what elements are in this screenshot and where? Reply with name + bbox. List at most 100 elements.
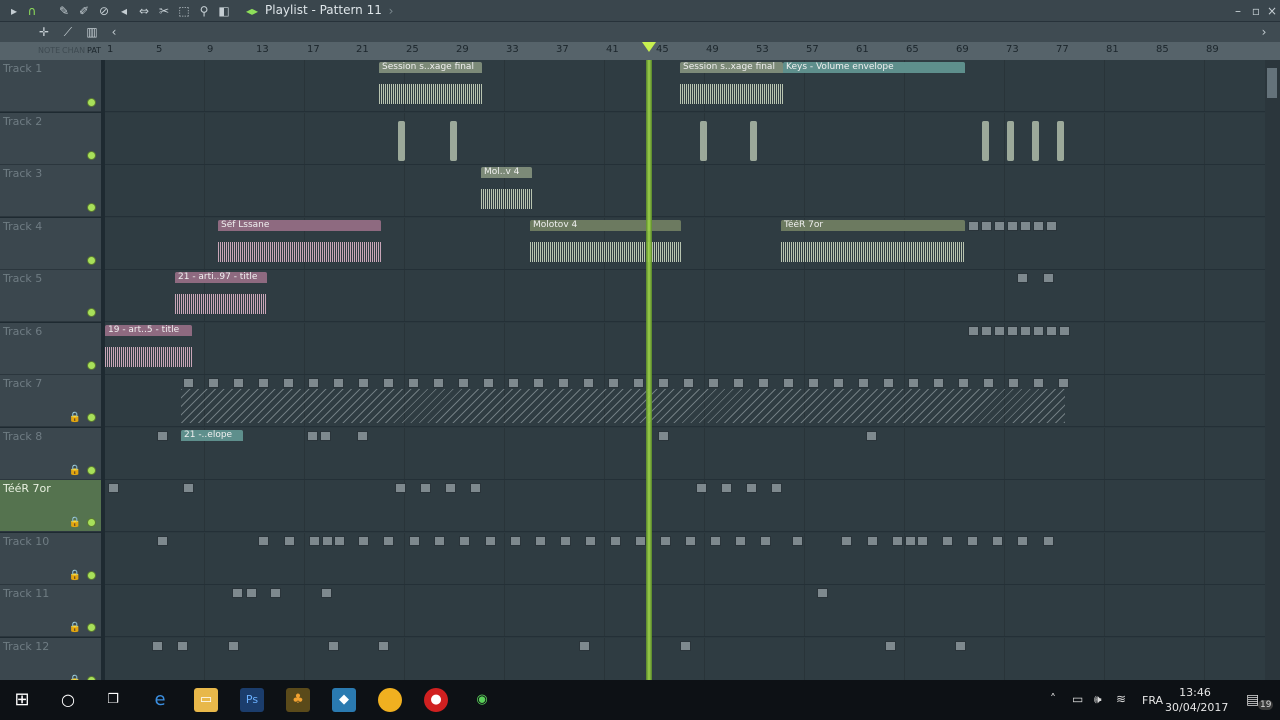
pattern-clip[interactable] xyxy=(685,536,696,546)
playback-icon[interactable]: ◧ xyxy=(216,3,232,19)
pattern-clip[interactable] xyxy=(357,431,368,441)
playlist-clip[interactable]: 21 - arti..97 - title xyxy=(175,272,267,320)
track-header[interactable]: Track 4 xyxy=(0,218,101,270)
track-mute-toggle[interactable] xyxy=(87,203,96,212)
app-globe-icon[interactable]: ◉ xyxy=(470,688,494,712)
playlist-clip[interactable]: TééR 7or xyxy=(781,220,965,268)
track-header[interactable]: Track 3 xyxy=(0,165,101,217)
pattern-clip[interactable] xyxy=(1017,536,1028,546)
pattern-clip[interactable] xyxy=(1033,326,1044,336)
mute-icon[interactable]: ◂ xyxy=(116,3,132,19)
pattern-clip[interactable] xyxy=(1046,221,1057,231)
track-mute-toggle[interactable] xyxy=(87,623,96,632)
pattern-clip[interactable] xyxy=(409,536,420,546)
pattern-clip[interactable] xyxy=(1043,536,1054,546)
lock-icon[interactable]: 🔒 xyxy=(69,570,81,581)
piano-icon[interactable]: ▥ xyxy=(84,24,100,40)
pattern-clip[interactable] xyxy=(270,588,281,598)
pattern-clip[interactable] xyxy=(967,536,978,546)
pattern-clip[interactable] xyxy=(1058,378,1069,388)
plus-icon[interactable]: ✛ xyxy=(36,24,52,40)
track-header[interactable]: TééR 7or 🔒 xyxy=(0,480,101,532)
pattern-clip[interactable] xyxy=(458,378,469,388)
pattern-clip[interactable] xyxy=(892,536,903,546)
app-orange-icon[interactable] xyxy=(378,688,402,712)
pattern-clip[interactable] xyxy=(183,378,194,388)
pattern-clip[interactable] xyxy=(434,536,445,546)
pattern-clip[interactable] xyxy=(309,536,320,546)
pattern-clip[interactable] xyxy=(866,431,877,441)
track-mute-toggle[interactable] xyxy=(87,256,96,265)
pattern-clip[interactable] xyxy=(635,536,646,546)
playlist-clip[interactable]: Session s..xage final xyxy=(379,62,482,110)
pattern-clip[interactable] xyxy=(1008,378,1019,388)
select-icon[interactable]: ⬚ xyxy=(176,3,192,19)
tray-chevron-icon[interactable]: ˄ xyxy=(1050,692,1056,706)
track-lane[interactable] xyxy=(105,270,1265,322)
pattern-clip[interactable] xyxy=(1059,326,1070,336)
close-icon[interactable]: × xyxy=(1264,3,1280,19)
track-header[interactable]: Track 2 xyxy=(0,113,101,165)
pattern-clip[interactable] xyxy=(1046,326,1057,336)
pattern-clip[interactable] xyxy=(152,641,163,651)
pattern-clip[interactable] xyxy=(560,536,571,546)
pattern-clip[interactable] xyxy=(933,378,944,388)
pattern-clip[interactable] xyxy=(258,536,269,546)
record-icon[interactable]: ● xyxy=(424,688,448,712)
maximize-icon[interactable]: ▫ xyxy=(1248,3,1264,19)
track-lane[interactable] xyxy=(105,113,1265,165)
pattern-clip[interactable] xyxy=(177,641,188,651)
pattern-clip[interactable] xyxy=(320,431,331,441)
pattern-clip[interactable] xyxy=(983,378,994,388)
pattern-clip[interactable] xyxy=(558,378,569,388)
pattern-clip[interactable] xyxy=(771,483,782,493)
pattern-clip[interactable] xyxy=(696,483,707,493)
audio-hit-clip[interactable] xyxy=(1057,121,1064,161)
playlist-clip[interactable]: 21 -..elope xyxy=(181,430,243,478)
pattern-clip[interactable] xyxy=(808,378,819,388)
pattern-clip[interactable] xyxy=(883,378,894,388)
pattern-clip[interactable] xyxy=(783,378,794,388)
pattern-clip[interactable] xyxy=(358,378,369,388)
pattern-clip[interactable] xyxy=(858,378,869,388)
pattern-clip[interactable] xyxy=(395,483,406,493)
kodi-icon[interactable]: ◆ xyxy=(332,688,356,712)
pattern-arrows-icon[interactable]: ◂▸ xyxy=(244,3,260,19)
pattern-clip[interactable] xyxy=(1020,326,1031,336)
lock-icon[interactable]: 🔒 xyxy=(69,465,81,476)
pattern-clip[interactable] xyxy=(108,483,119,493)
track-header[interactable]: Track 7 🔒 xyxy=(0,375,101,427)
audio-hit-clip[interactable] xyxy=(1032,121,1039,161)
pattern-clip[interactable] xyxy=(459,536,470,546)
pattern-clip[interactable] xyxy=(485,536,496,546)
track-mute-toggle[interactable] xyxy=(87,518,96,527)
arrow-right-icon[interactable]: ▸ xyxy=(6,3,22,19)
edge-icon[interactable]: e xyxy=(148,688,172,712)
pattern-clip[interactable] xyxy=(994,326,1005,336)
track-mute-toggle[interactable] xyxy=(87,571,96,580)
pattern-clip[interactable] xyxy=(420,483,431,493)
pattern-clip[interactable] xyxy=(833,378,844,388)
pattern-clip[interactable] xyxy=(378,641,389,651)
track-mute-toggle[interactable] xyxy=(87,308,96,317)
pattern-clip[interactable] xyxy=(885,641,896,651)
pattern-clip[interactable] xyxy=(708,378,719,388)
slice-icon[interactable]: ✂ xyxy=(156,3,172,19)
time-ruler[interactable]: NOTE CHAN PAT 1 5 9 13 17 21 25 29 33 37 41 45 49 53 5… xyxy=(0,42,1280,60)
track-mute-toggle[interactable] xyxy=(87,151,96,160)
pattern-clip[interactable] xyxy=(1020,221,1031,231)
audio-hit-clip[interactable] xyxy=(1007,121,1014,161)
scroll-left-icon[interactable]: ‹ xyxy=(106,24,122,40)
pattern-clip[interactable] xyxy=(308,378,319,388)
pattern-clip[interactable] xyxy=(358,536,369,546)
pattern-clip[interactable] xyxy=(721,483,732,493)
pattern-clip[interactable] xyxy=(510,536,521,546)
pattern-clip[interactable] xyxy=(760,536,771,546)
pattern-clip[interactable] xyxy=(1007,221,1018,231)
knife-icon[interactable]: ⟋ xyxy=(60,24,76,40)
pattern-clip[interactable] xyxy=(992,536,1003,546)
audio-hit-clip[interactable] xyxy=(398,121,405,161)
track-mute-toggle[interactable] xyxy=(87,361,96,370)
playlist-clip[interactable]: Keys - Volume envelope xyxy=(783,62,965,110)
track-lane[interactable] xyxy=(105,428,1265,480)
